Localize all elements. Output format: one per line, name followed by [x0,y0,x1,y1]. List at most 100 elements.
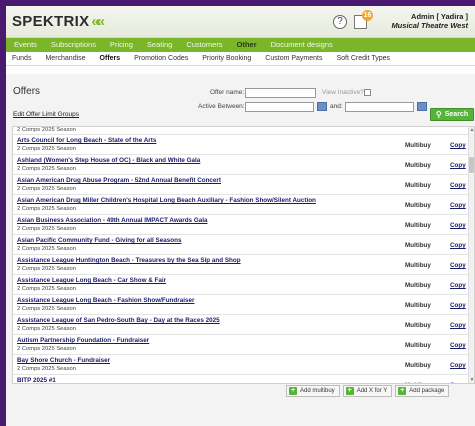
table-row[interactable]: Assistance League Long Beach - Fashion S… [13,295,470,315]
offer-name-input[interactable] [245,88,316,98]
table-row[interactable]: 2 Comps 2025 Season [13,127,470,135]
offer-season: 2 Comps 2025 Season [17,146,76,152]
table-row[interactable]: Assistance League Huntington Beach - Tre… [13,255,470,275]
calendar-icon[interactable] [317,102,327,111]
table-row[interactable]: Asian American Drug Abuse Program - 52nd… [13,175,470,195]
plus-icon: + [345,387,354,395]
offer-season: 2 Comps 2025 Season [17,266,76,272]
offer-name-link[interactable]: Asian American Drug Miller Children's Ho… [17,197,316,204]
calendar-icon[interactable] [417,102,427,111]
offer-season: 2 Comps 2025 Season [17,306,76,312]
offer-name-link[interactable]: Arts Council for Long Beach - State of t… [17,137,156,144]
offer-name-link[interactable]: Assistance League Huntington Beach - Tre… [17,257,241,264]
offers-panel: Offers Edit Offer Limit Groups Offer nam… [6,74,475,426]
nav-events[interactable]: Events [8,38,45,52]
offer-type: Multibuy [405,182,431,189]
active-from-input[interactable] [245,102,314,112]
logo-text: SPEKTRIX [12,13,90,30]
add-multibuy-button[interactable]: + Add multibuy [286,385,340,397]
scroll-down-icon[interactable]: ▼ [469,377,474,383]
table-row[interactable]: Bay Shore Church - Fundraiser 2 Comps 202… [13,355,470,375]
offer-name-link[interactable]: Assistance League of San Pedro-South Bay… [17,317,220,324]
table-row[interactable]: Ashland (Women's Step House of OC) - Bla… [13,155,470,175]
copy-link[interactable]: Copy [450,342,466,349]
table-row[interactable]: Autism Partnership Foundation - Fundrais… [13,335,470,355]
offer-name-link[interactable]: Asian Pacific Community Fund - Giving fo… [17,237,181,244]
copy-link[interactable]: Copy [450,162,466,169]
offer-name-label: Offer name: [210,89,245,96]
app-header: SPEKTRIX «« ? 16 Admin [ Yadira ] Musica… [6,6,475,38]
copy-link[interactable]: Copy [450,202,466,209]
offer-name-link[interactable]: BITP 2025 #1 [17,377,56,383]
view-inactive-label: View Inactive? [322,89,364,96]
copy-link[interactable]: Copy [450,262,466,269]
nav-seating[interactable]: Seating [141,38,180,52]
search-icon: ⚲ [435,110,442,119]
table-row[interactable]: Assistance League of San Pedro-South Bay… [13,315,470,335]
subnav-funds[interactable]: Funds [6,52,39,66]
notification-badge[interactable]: 16 [362,10,373,21]
subnav-custom-payments[interactable]: Custom Payments [259,52,330,66]
offers-table[interactable]: 2 Comps 2025 Season Arts Council for Long… [12,126,475,384]
offer-type: Multibuy [405,322,431,329]
user-organization: Musical Theatre West [391,21,468,30]
add-x-for-y-button[interactable]: + Add X for Y [342,385,393,397]
table-row[interactable]: BITP 2025 #12 Comps 2025 SeasonMultibuyC… [13,375,470,383]
offer-season: 2 Comps 2025 Season [17,127,76,133]
nav-customers[interactable]: Customers [180,38,230,52]
offer-name-link[interactable]: Ashland (Women's Step House of OC) - Bla… [17,157,200,164]
user-info[interactable]: Admin [ Yadira ] Musical Theatre West [391,12,468,30]
offer-type: Multibuy [405,242,431,249]
subnav-merchandise[interactable]: Merchandise [39,52,93,66]
offer-season: 2 Comps 2025 Season [17,186,76,192]
subnav-soft-credit-types[interactable]: Soft Credit Types [330,52,398,66]
footer-actions: + Add multibuy + Add X for Y + Add packa… [286,385,450,397]
offer-name-link[interactable]: Bay Shore Church - Fundraiser [17,357,110,364]
app-window: SPEKTRIX «« ? 16 Admin [ Yadira ] Musica… [6,6,475,426]
scroll-thumb[interactable] [469,157,474,173]
copy-link[interactable]: Copy [450,282,466,289]
offer-season: 2 Comps 2025 Season [17,226,76,232]
spektrix-logo[interactable]: SPEKTRIX «« [12,13,105,30]
copy-link[interactable]: Copy [450,222,466,229]
subnav-promotion-codes[interactable]: Promotion Codes [128,52,196,66]
copy-link[interactable]: Copy [450,362,466,369]
copy-link[interactable]: Copy [450,142,466,149]
nav-document-designs[interactable]: Document designs [265,38,341,52]
offer-name-link[interactable]: Asian Business Association - 49th Annual… [17,217,207,224]
table-row[interactable]: Asian Business Association - 49th Annual… [13,215,470,235]
nav-other[interactable]: Other [231,38,265,52]
table-row[interactable]: Asian American Drug Miller Children's Ho… [13,195,470,215]
offer-name-link[interactable]: Autism Partnership Foundation - Fundrais… [17,337,149,344]
copy-link[interactable]: Copy [450,382,466,383]
copy-link[interactable]: Copy [450,182,466,189]
offer-name-link[interactable]: Assistance League Long Beach - Car Show … [17,277,166,284]
offer-name-link[interactable]: Asian American Drug Abuse Program - 52nd… [17,177,221,184]
subnav-priority-booking[interactable]: Priority Booking [196,52,259,66]
search-button-label: Search [444,111,469,118]
copy-link[interactable]: Copy [450,302,466,309]
subnav-offers[interactable]: Offers [94,52,129,66]
offer-type: Multibuy [405,302,431,309]
offer-name-link[interactable]: Assistance League Long Beach - Fashion S… [17,297,194,304]
table-row[interactable]: Assistance League Long Beach - Car Show … [13,275,470,295]
help-icon[interactable]: ? [333,15,347,29]
scroll-up-icon[interactable]: ▲ [469,127,474,133]
main-nav: Events Subscriptions Pricing Seating Cus… [6,38,475,52]
table-row[interactable]: Asian Pacific Community Fund - Giving fo… [13,235,470,255]
copy-link[interactable]: Copy [450,322,466,329]
copy-link[interactable]: Copy [450,242,466,249]
nav-pricing[interactable]: Pricing [104,38,141,52]
table-row[interactable]: Arts Council for Long Beach - State of t… [13,135,470,155]
active-between-label: Active Between: [198,103,245,110]
active-to-input[interactable] [345,102,414,112]
offer-season: 2 Comps 2025 Season [17,366,76,372]
edit-offer-limit-groups-link[interactable]: Edit Offer Limit Groups [13,111,79,118]
page-title: Offers [13,86,41,97]
add-package-button[interactable]: + Add package [395,385,450,397]
offer-season: 2 Comps 2025 Season [17,206,76,212]
table-scrollbar[interactable]: ▲ ▼ [468,127,474,383]
nav-subscriptions[interactable]: Subscriptions [45,38,104,52]
search-button[interactable]: ⚲ Search [430,108,474,121]
view-inactive-checkbox[interactable] [364,89,371,96]
